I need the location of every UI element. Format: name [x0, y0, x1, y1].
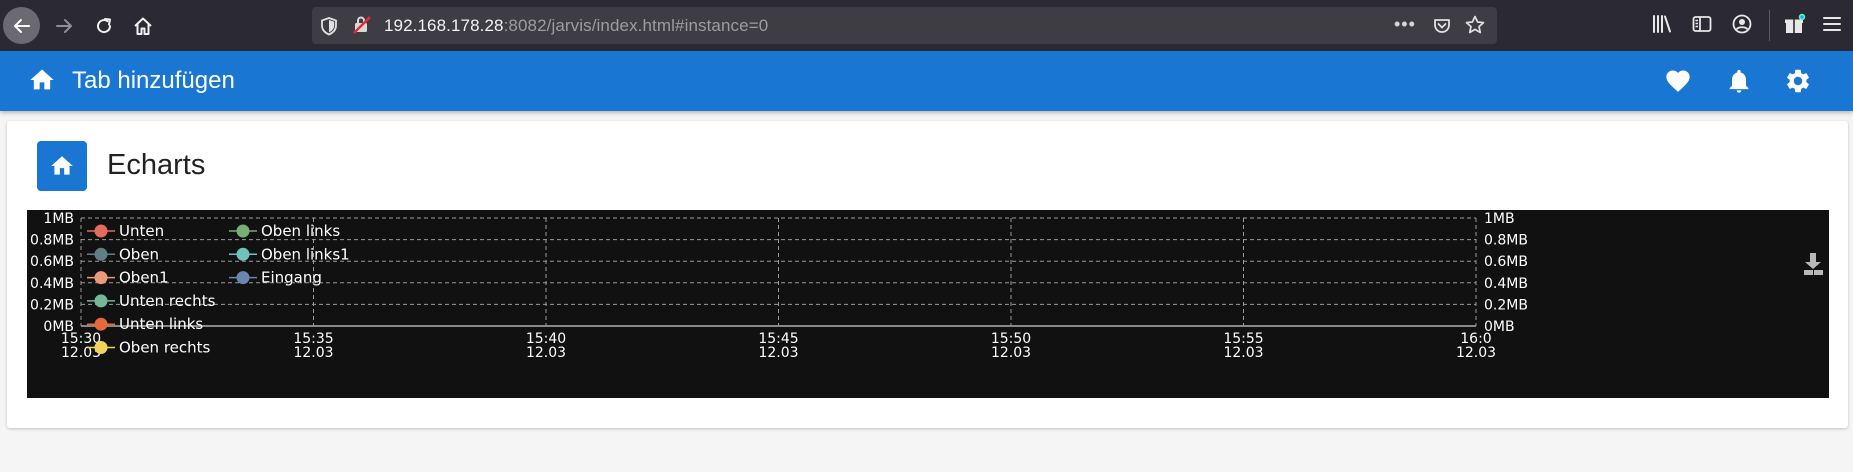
legend-circle-marker: [236, 224, 250, 238]
legend-label: Oben1: [119, 269, 169, 287]
download-icon[interactable]: [1804, 253, 1823, 275]
x-axis-tick-date: 12.03: [293, 345, 333, 361]
legend-circle-marker: [94, 317, 108, 331]
x-axis-tick-date: 12.03: [991, 345, 1031, 361]
x-axis-tick-date: 12.03: [1456, 345, 1496, 361]
y-axis-left-tick-label: 0.6MB: [30, 254, 74, 270]
tracking-shield-icon[interactable]: [320, 16, 338, 41]
home-icon: [51, 156, 73, 175]
legend-circle-marker: [94, 224, 108, 238]
back-button[interactable]: [3, 7, 40, 44]
legend-item[interactable]: Eingang: [229, 269, 322, 287]
legend-circle-marker: [236, 247, 250, 261]
reload-icon: [96, 17, 111, 33]
home-outline-icon: [133, 17, 152, 35]
home-icon[interactable]: [28, 66, 56, 99]
settings-gear-icon[interactable]: [1784, 67, 1812, 100]
sidebar-icon[interactable]: [1691, 13, 1713, 40]
legend-circle-marker: [236, 271, 250, 285]
whats-new-gift-icon[interactable]: [1783, 13, 1807, 42]
insecure-connection-icon[interactable]: [352, 15, 372, 40]
app-header: Tab hinzufügen: [0, 51, 1853, 111]
legend-circle-marker: [94, 247, 108, 261]
legend-label: Unten links: [119, 315, 203, 333]
x-axis-tick-date: 12.03: [1223, 345, 1263, 361]
page-title[interactable]: Tab hinzufügen: [72, 67, 235, 95]
toolbar-divider: [1769, 10, 1770, 41]
y-axis-left-tick-label: 1MB: [43, 211, 74, 227]
x-axis-tick-date: 12.03: [758, 345, 798, 361]
y-axis-right-tick-label: 1MB: [1484, 211, 1515, 227]
legend-item[interactable]: Unten links: [87, 315, 203, 333]
bookmark-star-icon[interactable]: [1464, 14, 1486, 41]
legend-label: Unten: [119, 222, 164, 240]
browser-toolbar: 192.168.178.28:8082/jarvis/index.html#in…: [0, 0, 1853, 51]
card-home-button[interactable]: [37, 141, 87, 191]
legend-label: Oben links1: [261, 245, 350, 263]
address-bar[interactable]: 192.168.178.28:8082/jarvis/index.html#in…: [312, 7, 1497, 44]
url-text[interactable]: 192.168.178.28:8082/jarvis/index.html#in…: [384, 16, 768, 36]
legend-circle-marker: [94, 271, 108, 285]
reload-button[interactable]: [85, 7, 122, 44]
legend-item[interactable]: Oben rechts: [87, 339, 211, 357]
legend-item[interactable]: Oben links: [229, 222, 340, 240]
account-icon[interactable]: [1731, 13, 1753, 40]
pocket-icon[interactable]: [1432, 16, 1452, 41]
legend-label: Eingang: [261, 269, 322, 287]
forward-button[interactable]: [45, 7, 82, 44]
legend-item[interactable]: Oben links1: [229, 245, 350, 263]
y-axis-right-tick-label: 0.2MB: [1484, 297, 1528, 313]
url-path: :8082/jarvis/index.html#instance=0: [503, 16, 769, 35]
y-axis-right-tick-label: 0.4MB: [1484, 276, 1528, 292]
page-actions-menu-button[interactable]: •••: [1394, 14, 1416, 35]
legend-label: Oben rechts: [119, 339, 211, 357]
y-axis-left-tick-label: 0.8MB: [30, 233, 74, 249]
y-axis-left-tick-label: 0.2MB: [30, 297, 74, 313]
arrow-right-icon: [55, 18, 72, 33]
notifications-bell-icon[interactable]: [1725, 67, 1753, 100]
legend-label: Oben: [119, 245, 159, 263]
y-axis-left-tick-label: 0.4MB: [30, 276, 74, 292]
y-axis-right-tick-label: 0.8MB: [1484, 233, 1528, 249]
y-axis-right-tick-label: 0.6MB: [1484, 254, 1528, 270]
legend-circle-marker: [94, 294, 108, 308]
favorite-heart-icon[interactable]: [1664, 67, 1692, 100]
chart-canvas[interactable]: 1MB0.8MB0.6MB0.4MB0.2MB0MB1MB0.8MB0.6MB0…: [27, 210, 1829, 398]
legend-item[interactable]: Unten: [87, 222, 164, 240]
widget-card: Echarts 1MB 0.8MB 0.6MB 0.4MB 0.2MB 0MB 1MB 0.8…: [7, 121, 1848, 428]
legend-item[interactable]: Oben1: [87, 269, 169, 287]
echarts-chart[interactable]: 1MB 0.8MB 0.6MB 0.4MB 0.2MB 0MB 1MB 0.8MB 0.6MB 0…: [27, 210, 1829, 398]
legend-circle-marker: [94, 341, 108, 354]
browser-home-button[interactable]: [124, 7, 161, 44]
url-host: 192.168.178.28: [384, 16, 504, 35]
legend-item[interactable]: Unten rechts: [87, 292, 216, 310]
arrow-left-icon: [13, 18, 30, 33]
x-axis-tick-date: 12.03: [526, 345, 566, 361]
legend-label: Unten rechts: [119, 292, 216, 310]
hamburger-menu-icon[interactable]: [1822, 13, 1842, 40]
card-title: Echarts: [107, 149, 206, 181]
library-icon[interactable]: [1651, 13, 1673, 40]
legend-item[interactable]: Oben: [87, 245, 159, 263]
legend-label: Oben links: [261, 222, 340, 240]
